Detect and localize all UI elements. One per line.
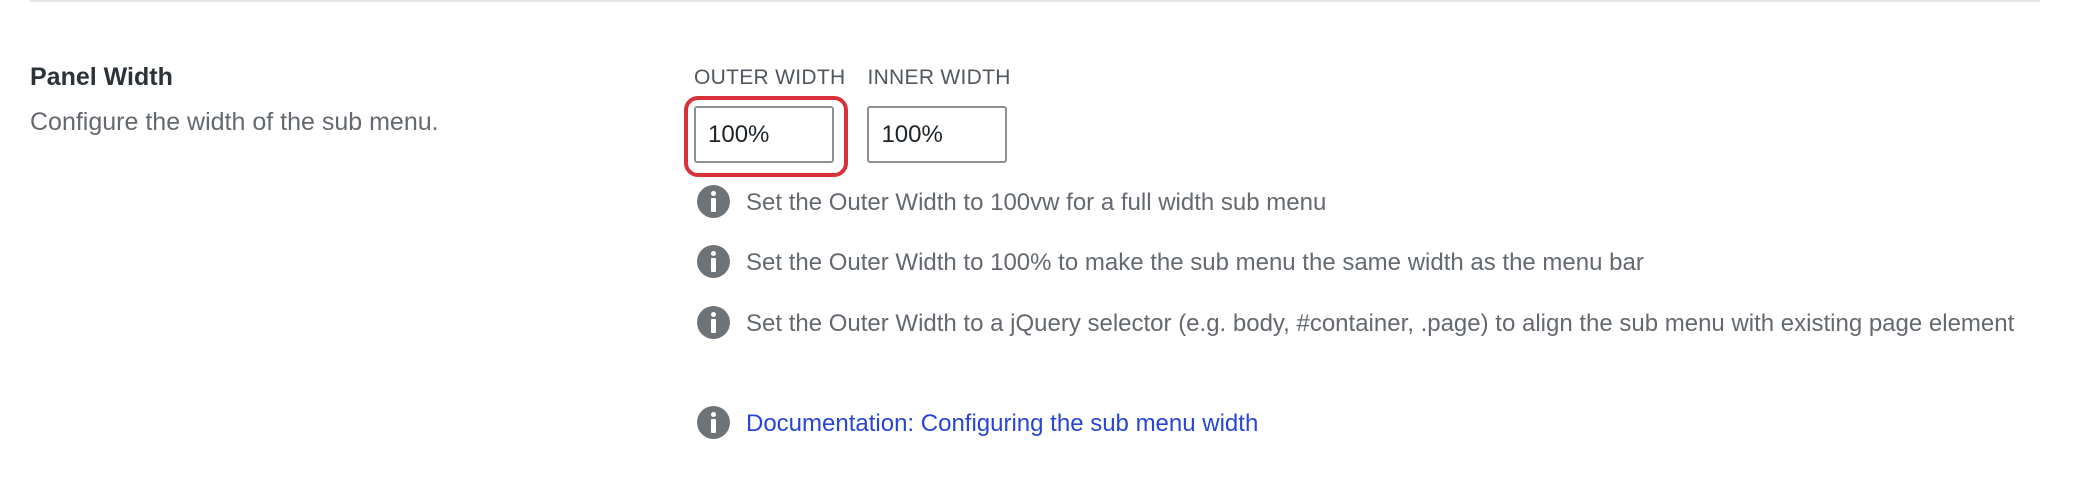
documentation-link[interactable]: Documentation: Configuring the sub menu …: [746, 410, 1258, 437]
hint-item: Set the Outer Width to a jQuery selector…: [694, 304, 2024, 344]
width-field-group: OUTER WIDTH INNER WIDTH: [684, 65, 1011, 177]
hint-item: Set the Outer Width to 100vw for a full …: [694, 183, 2024, 223]
hint-item: Set the Outer Width to 100% to make the …: [694, 243, 2024, 283]
info-icon: [697, 185, 730, 218]
outer-width-label: OUTER WIDTH: [694, 66, 846, 89]
hint-item: Documentation: Configuring the sub menu …: [694, 404, 2024, 444]
info-icon: [697, 406, 730, 439]
outer-width-input[interactable]: [694, 106, 834, 163]
info-icon: [697, 306, 730, 339]
hint-text: Set the Outer Width to a jQuery selector…: [746, 310, 2015, 337]
inner-width-label: INNER WIDTH: [867, 66, 1011, 89]
settings-panel: Panel Width Configure the width of the s…: [0, 0, 2080, 500]
hint-text: Set the Outer Width to 100% to make the …: [746, 249, 1644, 276]
info-icon: [697, 245, 730, 278]
inner-width-input[interactable]: [867, 106, 1008, 163]
hint-text: Set the Outer Width to 100vw for a full …: [746, 189, 1327, 216]
inner-width-field: INNER WIDTH: [867, 65, 1010, 163]
outer-width-input-wrap: [684, 96, 848, 177]
setting-title: Panel Width: [30, 63, 173, 91]
section-divider: [30, 0, 2040, 2]
outer-width-field: OUTER WIDTH: [684, 65, 848, 177]
setting-description: Configure the width of the sub menu.: [30, 108, 439, 136]
